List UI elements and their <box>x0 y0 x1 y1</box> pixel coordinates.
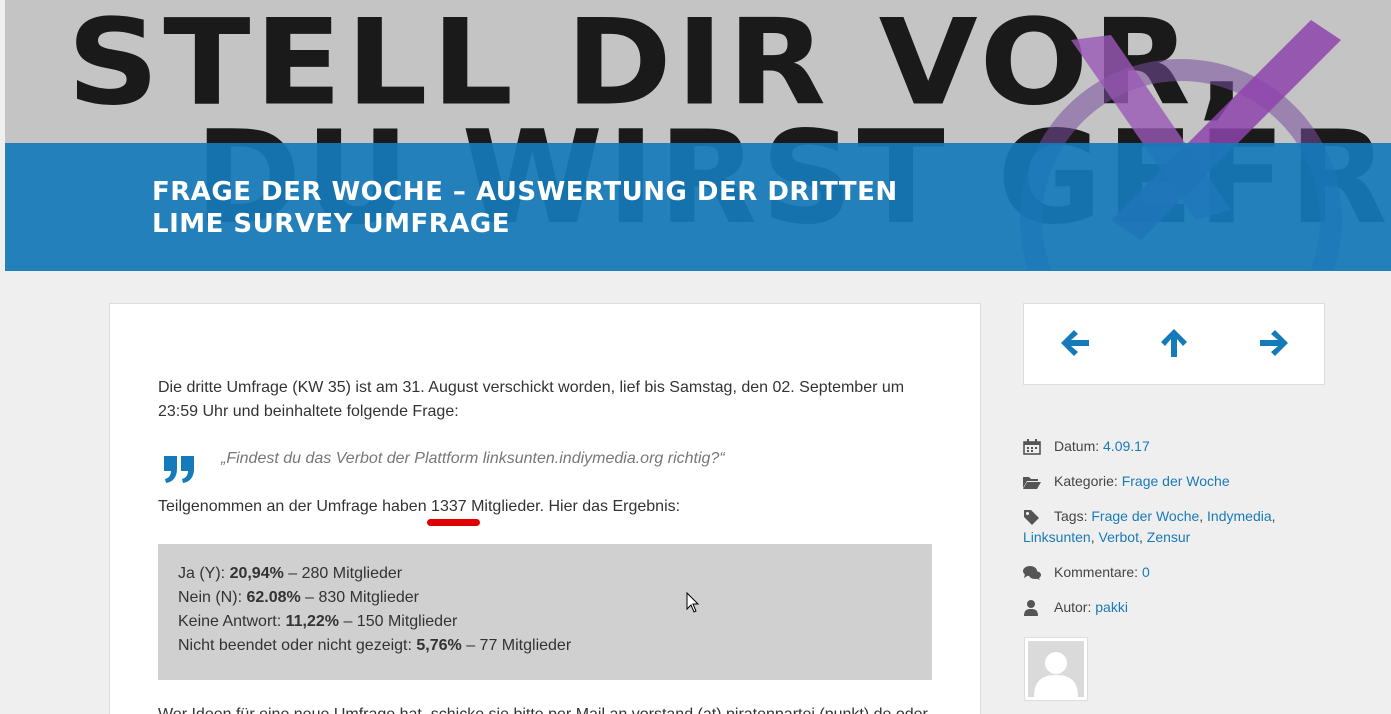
result-count: – 77 Mitglieder <box>461 637 572 654</box>
quote-icon <box>164 456 194 483</box>
participation-line: Teilgenommen an der Umfrage haben 1337 M… <box>158 498 680 516</box>
folder-icon <box>1023 477 1041 489</box>
red-highlight-underline <box>427 519 480 526</box>
result-row: Nein (N): 62.08% – 830 Mitglieder <box>178 586 912 610</box>
page-title: Frage der Woche – Auswertung der dritten… <box>152 177 898 239</box>
result-row: Ja (Y): 20,94% – 280 Mitglieder <box>178 562 912 586</box>
tag-link[interactable]: Frage der Woche <box>1091 508 1199 524</box>
result-row: Nicht beendet oder nicht gezeigt: 5,76% … <box>178 634 912 658</box>
result-label: Nicht beendet oder nicht gezeigt: <box>178 637 417 654</box>
result-label: Ja (Y): <box>178 565 230 582</box>
category-link[interactable]: Frage der Woche <box>1122 473 1230 489</box>
result-count: – 830 Mitglieder <box>300 589 420 606</box>
results-box: Ja (Y): 20,94% – 280 Mitglieder Nein (N)… <box>158 544 932 680</box>
result-row: Keine Antwort: 11,22% – 150 Mitglieder <box>178 610 912 634</box>
post-navigation <box>1023 303 1325 385</box>
meta-category: Kategorie: Frage der Woche <box>1023 471 1313 492</box>
meta-label: Kommentare: <box>1054 564 1142 580</box>
meta-date: Datum: 4.09.17 <box>1023 436 1313 457</box>
participation-prefix: Teilgenommen an der Umfrage haben <box>158 498 432 515</box>
result-percent: 11,22% <box>285 613 340 630</box>
meta-tags: Tags: Frage der Woche, Indymedia, Linksu… <box>1023 506 1313 548</box>
meta-label: Autor: <box>1054 599 1096 615</box>
tag-separator: , <box>1199 508 1208 524</box>
avatar[interactable] <box>1024 637 1088 701</box>
author-link[interactable]: pakki <box>1095 599 1128 615</box>
tag-link[interactable]: Verbot <box>1099 529 1139 545</box>
avatar-placeholder <box>1028 641 1084 697</box>
mouse-cursor-icon <box>686 592 700 613</box>
meta-label: Datum: <box>1054 438 1104 454</box>
meta-comments: Kommentare: 0 <box>1023 562 1313 583</box>
arrow-up-icon[interactable] <box>1157 326 1191 360</box>
tag-icon <box>1024 510 1039 525</box>
post-meta: Datum: 4.09.17 Kategorie: Frage der Woch… <box>1023 436 1313 632</box>
result-count: – 150 Mitglieder <box>339 613 458 630</box>
result-count: – 280 Mitglieder <box>283 565 403 582</box>
tag-separator: , <box>1138 529 1147 545</box>
article-card: Die dritte Umfrage (KW 35) ist am 31. Au… <box>109 303 981 714</box>
arrow-right-icon[interactable] <box>1257 326 1291 360</box>
blockquote-text: „Findest du das Verbot der Plattform lin… <box>221 450 725 467</box>
participation-count: 1337 <box>431 498 467 515</box>
meta-label: Kategorie: <box>1054 473 1122 489</box>
user-icon <box>1024 600 1038 616</box>
default-avatar-icon <box>1034 652 1078 697</box>
comments-link[interactable]: 0 <box>1142 564 1150 580</box>
tag-separator: , <box>1090 529 1099 545</box>
result-percent: 20,94% <box>229 565 284 582</box>
result-percent: 62.08% <box>246 589 301 606</box>
tag-link[interactable]: Linksunten <box>1023 529 1091 545</box>
arrow-left-icon[interactable] <box>1058 326 1092 360</box>
result-label: Keine Antwort: <box>178 613 286 630</box>
tag-link[interactable]: Zensur <box>1147 529 1191 545</box>
article-closing-text: Wer Ideen für eine neue Umfrage hat, sch… <box>158 706 958 714</box>
article-intro: Die dritte Umfrage (KW 35) ist am 31. Au… <box>158 379 905 420</box>
date-link[interactable]: 4.09.17 <box>1103 438 1150 454</box>
meta-author: Autor: pakki <box>1023 597 1313 618</box>
tag-link[interactable]: Indymedia <box>1207 508 1272 524</box>
result-label: Nein (N): <box>178 589 247 606</box>
participation-suffix: Mitglieder. Hier das Ergebnis: <box>466 498 681 515</box>
meta-label: Tags: <box>1054 508 1092 524</box>
tag-separator: , <box>1271 508 1276 524</box>
comments-icon <box>1023 566 1041 580</box>
calendar-icon <box>1023 439 1041 455</box>
result-percent: 5,76% <box>416 637 462 654</box>
